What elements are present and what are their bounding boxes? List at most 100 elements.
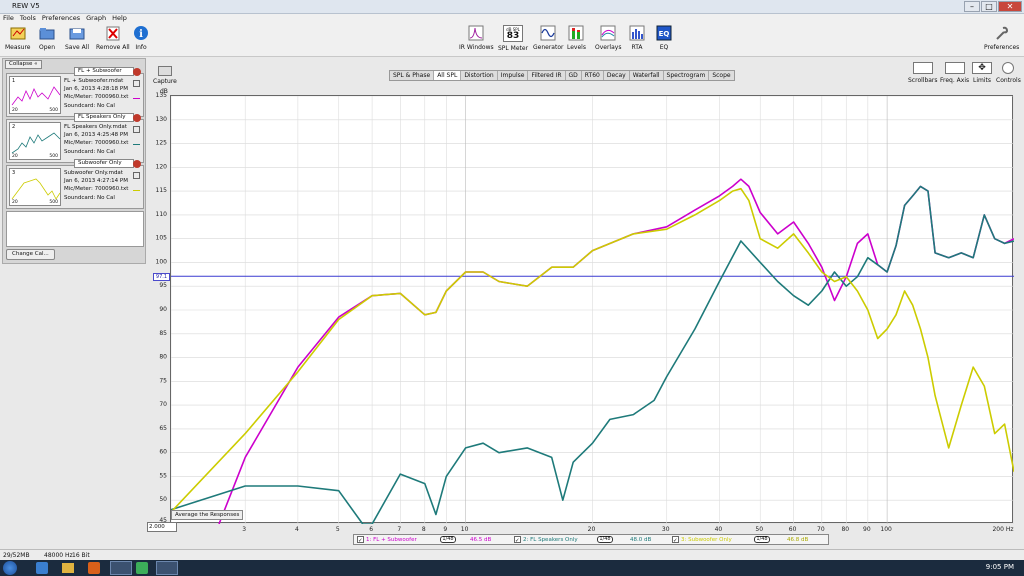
start-button[interactable]: [3, 561, 17, 575]
rta-label: RTA: [631, 44, 643, 51]
minimize-button[interactable]: –: [964, 1, 980, 12]
measurement-1-remove-icon[interactable]: [133, 68, 141, 76]
measurement-2-soundcard: Soundcard: No Cal: [64, 148, 115, 155]
menu-file[interactable]: File: [3, 14, 14, 23]
measurement-1[interactable]: FL + Subwoofer 1 20 500 FL + Subwoofer.m…: [6, 67, 144, 117]
x-tick-6: 6: [369, 526, 373, 533]
explorer-icon[interactable]: [62, 563, 74, 573]
x-min-input[interactable]: 2.000: [147, 522, 177, 532]
tab-gd[interactable]: GD: [566, 71, 582, 80]
y-tick-80: 80: [159, 354, 167, 361]
y-tick-100: 100: [156, 258, 168, 265]
y-tick-135: 135: [156, 92, 168, 99]
tab-decay[interactable]: Decay: [604, 71, 630, 80]
menu-bar: File Tools Preferences Graph Help: [0, 14, 1024, 23]
remove-all-button[interactable]: Remove All: [96, 25, 130, 51]
tab-impulse[interactable]: Impulse: [498, 71, 529, 80]
close-button[interactable]: ✕: [998, 1, 1022, 12]
capture-button[interactable]: Capture: [153, 66, 177, 85]
levels-button[interactable]: Levels: [567, 25, 586, 51]
measure-button[interactable]: Measure: [5, 25, 31, 51]
legend-3-checkbox[interactable]: ✓: [672, 536, 679, 544]
legend-3-value: 46.8 dB: [787, 537, 809, 543]
x-tick-5: 5: [336, 526, 340, 533]
legend-item-2[interactable]: ✓ 2: FL Speakers Only: [514, 536, 578, 544]
legend-2-smoothing[interactable]: 1/48: [597, 536, 613, 543]
measurement-1-color-icon[interactable]: [133, 92, 140, 99]
preferences-button[interactable]: Preferences: [984, 25, 1019, 51]
tab-scope[interactable]: Scope: [709, 71, 733, 80]
average-responses-button[interactable]: Average the Responses: [171, 510, 244, 520]
save-all-button[interactable]: Save All: [65, 25, 89, 51]
spl-meter-icon: dB SPL 83: [503, 25, 524, 42]
y-tick-75: 75: [159, 377, 167, 384]
measurement-3-remove-icon[interactable]: [133, 160, 141, 168]
measurement-2-chart-icon[interactable]: [133, 126, 140, 133]
scrollbars-button[interactable]: Scrollbars: [908, 62, 938, 84]
overlays-button[interactable]: Overlays: [595, 25, 621, 51]
legend-3-smoothing[interactable]: 1/48: [754, 536, 770, 543]
svg-text:EQ: EQ: [659, 30, 670, 38]
tab-distortion[interactable]: Distortion: [461, 71, 498, 80]
ir-windows-icon: [468, 25, 484, 41]
measurement-2-color-icon[interactable]: [133, 138, 140, 145]
eq-button[interactable]: EQ EQ: [655, 25, 673, 51]
controls-icon: [1002, 62, 1015, 74]
generator-button[interactable]: Generator: [533, 25, 563, 51]
change-cal-button[interactable]: Change Cal...: [6, 249, 55, 260]
info-button[interactable]: i Info: [132, 25, 150, 51]
measurement-3-color-icon[interactable]: [133, 184, 140, 191]
collapse-label: Collapse: [9, 61, 33, 67]
controls-button[interactable]: Controls: [996, 62, 1021, 84]
legend-item-1[interactable]: ✓ 1: FL + Subwoofer: [357, 536, 417, 544]
measurement-3-name-field[interactable]: Subwoofer Only: [74, 159, 134, 168]
ir-windows-button[interactable]: IR Windows: [459, 25, 494, 51]
measurement-1-thumbnail: 1 20 500: [9, 76, 61, 114]
tab-spectrogram[interactable]: Spectrogram: [664, 71, 710, 80]
legend-1-checkbox[interactable]: ✓: [357, 536, 364, 544]
legend-2-checkbox[interactable]: ✓: [514, 536, 521, 544]
x-tick-40: 40: [715, 526, 723, 533]
measurement-2[interactable]: FL Speakers Only 2 20 500 FL Speakers On…: [6, 113, 144, 163]
tab-rt60[interactable]: RT60: [582, 71, 604, 80]
spl-meter-button[interactable]: dB SPL 83 SPL Meter: [498, 25, 528, 52]
menu-tools[interactable]: Tools: [20, 14, 36, 23]
legend-item-3[interactable]: ✓ 3: Subwoofer Only: [672, 536, 732, 544]
menu-graph[interactable]: Graph: [86, 14, 106, 23]
measurement-3-mic: Mic/Meter: 7000960.txt: [64, 186, 129, 193]
info-icon: i: [134, 26, 148, 40]
legend-1-smoothing[interactable]: 1/48: [440, 536, 456, 543]
measurement-2-remove-icon[interactable]: [133, 114, 141, 122]
save-all-label: Save All: [65, 44, 90, 51]
measure-label: Measure: [5, 44, 31, 51]
ie-icon[interactable]: [36, 562, 48, 574]
measurement-2-name-field[interactable]: FL Speakers Only: [74, 113, 134, 122]
measurement-3-chart-icon[interactable]: [133, 172, 140, 179]
x-tick-90: 90: [863, 526, 871, 533]
menu-preferences[interactable]: Preferences: [42, 14, 80, 23]
eq-label: EQ: [659, 44, 669, 51]
freq-axis-button[interactable]: Freq. Axis: [940, 62, 969, 84]
measurement-1-name-field[interactable]: FL + Subwoofer: [74, 67, 134, 76]
open-button[interactable]: Open: [38, 25, 56, 51]
measurement-3-mini-min: 20: [12, 200, 18, 205]
rew-task-icon[interactable]: [156, 561, 178, 575]
measurement-1-chart-icon[interactable]: [133, 80, 140, 87]
collapse-button[interactable]: Collapse «: [5, 60, 42, 69]
y-tick-65: 65: [159, 425, 167, 432]
app-task-icon[interactable]: [136, 562, 148, 574]
tab-filtered-ir[interactable]: Filtered IR: [528, 71, 566, 80]
measurement-3[interactable]: Subwoofer Only 3 20 500 Subwoofer Only.m…: [6, 159, 144, 209]
menu-help[interactable]: Help: [112, 14, 127, 23]
tab-waterfall[interactable]: Waterfall: [630, 71, 664, 80]
maximize-button[interactable]: □: [981, 1, 997, 12]
rta-button[interactable]: RTA: [628, 25, 646, 51]
limits-button[interactable]: ✥ Limits: [972, 62, 992, 84]
tab-spl-phase[interactable]: SPL & Phase: [390, 71, 435, 80]
title-bar: REW V5 – □ ✕: [0, 0, 1024, 14]
y-tick-60: 60: [159, 449, 167, 456]
chrome-task-icon[interactable]: [110, 561, 132, 575]
media-player-icon[interactable]: [88, 562, 100, 574]
tab-all-spl[interactable]: All SPL: [434, 71, 462, 80]
y-ref-marker[interactable]: 97.1: [153, 273, 170, 281]
